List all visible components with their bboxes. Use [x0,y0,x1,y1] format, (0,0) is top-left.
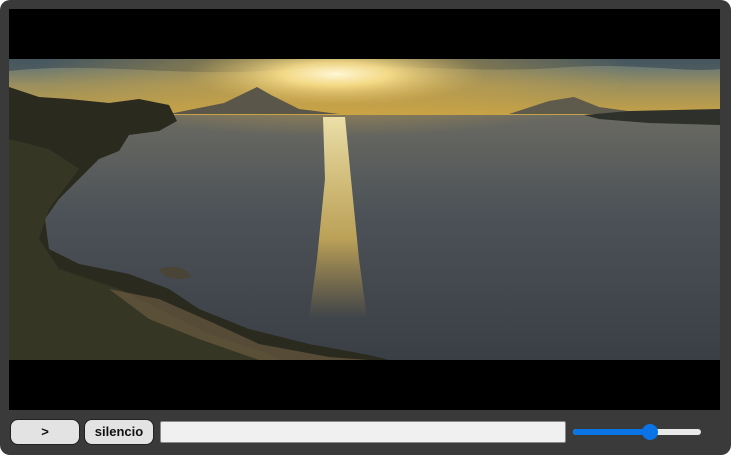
volume-slider[interactable] [573,423,701,441]
player-controls: > silencio [0,410,731,455]
video-player: > silencio [0,0,731,455]
progress-bar[interactable] [160,421,566,443]
video-frame[interactable] [9,59,720,360]
volume-fill [573,429,650,435]
mute-button[interactable]: silencio [84,419,154,445]
play-button[interactable]: > [10,419,80,445]
volume-thumb[interactable] [642,424,658,440]
video-screen[interactable] [9,9,720,410]
